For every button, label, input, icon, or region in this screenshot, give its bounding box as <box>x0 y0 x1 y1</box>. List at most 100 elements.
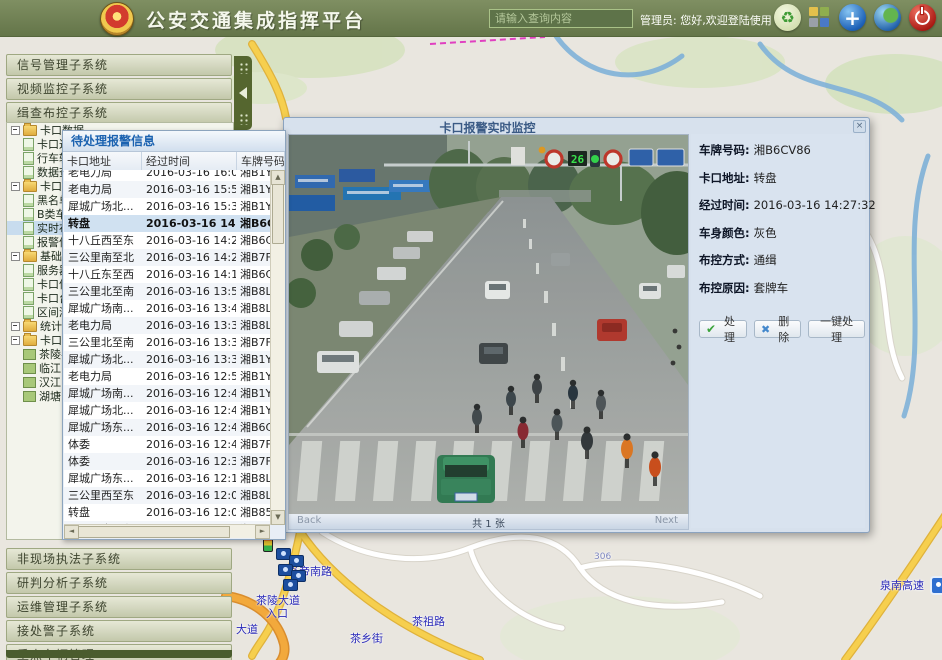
tree-item[interactable]: 汉江 <box>7 375 67 389</box>
tree-expander-icon[interactable] <box>11 126 20 135</box>
table-cell: 犀城广场东... <box>64 419 142 436</box>
table-cell: 转盘 <box>64 504 142 521</box>
table-row[interactable]: 十八丘西至东2016-03-16 14:2...湘B6CV86 <box>64 232 270 249</box>
drag-dots-icon <box>238 112 248 125</box>
folder-icon <box>23 251 37 262</box>
sidebar-item[interactable]: 视频监控子系统 <box>6 78 232 100</box>
table-cell: 湘B8L203 <box>236 317 270 334</box>
table-cell: 2016-03-16 13:4... <box>142 300 236 317</box>
table-row[interactable]: 老电力局2016-03-16 13:3...湘B8L203 <box>64 317 270 334</box>
table-row[interactable]: 犀城广场南...2016-03-16 13:4...湘B8L203 <box>64 300 270 317</box>
grid-apps-icon[interactable] <box>809 7 831 29</box>
globe-icon[interactable] <box>874 4 901 31</box>
horizontal-scrollbar[interactable]: ◄ ► <box>64 524 270 538</box>
tree-expander-icon[interactable] <box>11 322 20 331</box>
table-cell: 三公里西至东 <box>64 487 142 504</box>
table-row[interactable]: 犀城广场北...2016-03-16 13:3...湘B1YV96 <box>64 351 270 368</box>
pager-count: 共 1 张 <box>289 515 688 530</box>
folder-icon <box>23 181 37 192</box>
column-header-time[interactable]: 经过时间 <box>142 152 237 171</box>
detail-pass-time: 经过时间:2016-03-16 14:27:32 <box>699 197 865 213</box>
scroll-up-icon[interactable]: ▲ <box>271 170 285 185</box>
table-row[interactable]: 转盘2016-03-16 12:0...湘B8553G <box>64 504 270 521</box>
map-road-label: 泉南高速 <box>880 577 924 593</box>
sidebar-item[interactable]: 接处警子系统 <box>6 620 232 642</box>
table-row[interactable]: 犀城广场东...2016-03-16 12:4...湘B6CV86 <box>64 419 270 436</box>
tree-expander-icon[interactable] <box>11 182 20 191</box>
scroll-down-icon[interactable]: ▼ <box>271 510 285 525</box>
table-cell: 2016-03-16 12:4... <box>142 385 236 402</box>
alarm-table-rows: 老电力局2016-03-16 16:0...湘B1YV96老电力局2016-03… <box>64 170 270 525</box>
table-row[interactable]: 体委2016-03-16 12:3...湘B7FH62 <box>64 453 270 470</box>
folder-icon <box>23 321 37 332</box>
recycle-icon[interactable]: ♻ <box>774 4 801 31</box>
table-row[interactable]: 体委2016-03-16 12:4...湘B7FH62 <box>64 436 270 453</box>
table-cell: 湘B6CV86 <box>236 419 270 436</box>
table-row[interactable]: 犀城广场南...2016-03-16 12:4...湘B1YV96 <box>64 385 270 402</box>
detail-actions: ✔处理 ✖删除 一键处理 <box>699 320 865 338</box>
column-header-plate[interactable]: 车牌号码 <box>237 152 285 171</box>
scrollbar-thumb[interactable] <box>78 526 230 538</box>
table-cell: 犀城广场南... <box>64 385 142 402</box>
plus-icon[interactable]: + <box>839 4 866 31</box>
table-cell: 湘B7FH62 <box>236 334 270 351</box>
tree-expander-icon[interactable] <box>11 336 20 345</box>
sidebar-bottom-menu: 非现场执法子系统研判分析子系统运维管理子系统接处警子系统重点车辆管理 <box>6 548 232 660</box>
search-input[interactable] <box>489 9 633 28</box>
camera-node-icon <box>23 349 36 360</box>
table-row[interactable]: 三公里北至南2016-03-16 13:3...湘B7FH62 <box>64 334 270 351</box>
table-row[interactable]: 三公里南至北2016-03-16 14:2...湘B7FH62 <box>64 249 270 266</box>
scroll-left-icon[interactable]: ◄ <box>64 525 79 539</box>
tree-expander-icon[interactable] <box>11 252 20 261</box>
document-icon <box>23 166 34 179</box>
header-toolbar: ♻ + <box>774 4 936 31</box>
welcome-text: 管理员: 您好,欢迎登陆使用 <box>640 12 772 28</box>
table-cell: 湘B1YV96 <box>236 368 270 385</box>
column-header-address[interactable]: 卡口地址 <box>63 152 142 171</box>
table-row[interactable]: 十八丘东至西2016-03-16 14:1...湘B6CV86 <box>64 266 270 283</box>
camera-node-icon <box>23 377 36 388</box>
sidebar-item[interactable]: 非现场执法子系统 <box>6 548 232 570</box>
table-row[interactable]: 转盘2016-03-16 14...湘B6CV... <box>64 215 270 232</box>
table-row[interactable]: 犀城广场东...2016-03-16 12:1...湘B8L203 <box>64 470 270 487</box>
table-cell: 湘B8553G <box>236 504 270 521</box>
table-row[interactable]: 老电力局2016-03-16 15:5...湘B1YV96 <box>64 181 270 198</box>
table-cell: 老电力局 <box>64 170 142 181</box>
table-row[interactable]: 犀城广场北...2016-03-16 15:3...湘B1YV96 <box>64 198 270 215</box>
oneclick-process-button[interactable]: 一键处理 <box>808 320 865 338</box>
tree-item[interactable]: 临江 <box>7 361 67 375</box>
table-cell: 三公里北至南 <box>64 334 142 351</box>
detail-control-mode: 布控方式:通缉 <box>699 252 865 268</box>
power-icon[interactable] <box>909 4 936 31</box>
table-cell: 湘B1YV96 <box>236 181 270 198</box>
sidebar-footer-strip <box>6 650 232 658</box>
table-row[interactable]: 老电力局2016-03-16 16:0...湘B1YV96 <box>64 170 270 181</box>
document-icon <box>23 222 34 235</box>
sidebar-item[interactable]: 缉查布控子系统 <box>6 102 232 124</box>
scroll-right-icon[interactable]: ► <box>255 525 270 539</box>
table-cell: 湘B1YV96 <box>236 351 270 368</box>
tree-item[interactable]: 湖塘 <box>7 389 67 403</box>
delete-button[interactable]: ✖删除 <box>754 320 801 338</box>
close-icon[interactable]: × <box>853 120 866 133</box>
table-row[interactable]: 犀城广场北...2016-03-16 12:4...湘B1YV96 <box>64 402 270 419</box>
pager-next-button[interactable]: Next <box>655 515 678 526</box>
sidebar-item[interactable]: 信号管理子系统 <box>6 54 232 76</box>
table-cell: 2016-03-16 12:4... <box>142 436 236 453</box>
table-row[interactable]: 老电力局2016-03-16 12:5...湘B1YV96 <box>64 368 270 385</box>
sidebar-item[interactable]: 研判分析子系统 <box>6 572 232 594</box>
table-row[interactable]: 三公里西至东2016-03-16 12:0...湘B8L203 <box>64 487 270 504</box>
camera-icon[interactable] <box>283 579 298 591</box>
document-icon <box>23 194 34 207</box>
table-cell: 湘B6CV86 <box>236 232 270 249</box>
shield-icon[interactable] <box>930 576 942 595</box>
table-cell: 十八丘西至东 <box>64 232 142 249</box>
alarm-panel-title: 待处理报警信息 <box>63 131 285 152</box>
table-row[interactable]: 三公里北至南2016-03-16 13:5...湘B8L203 <box>64 283 270 300</box>
vertical-scrollbar[interactable]: ▲ ▼ <box>270 170 285 525</box>
sidebar-item[interactable]: 运维管理子系统 <box>6 596 232 618</box>
scrollbar-thumb[interactable] <box>272 184 284 244</box>
sidebar-collapse-tab[interactable] <box>234 56 252 130</box>
process-button[interactable]: ✔处理 <box>699 320 747 338</box>
table-cell: 湘B1YV96 <box>236 170 270 181</box>
